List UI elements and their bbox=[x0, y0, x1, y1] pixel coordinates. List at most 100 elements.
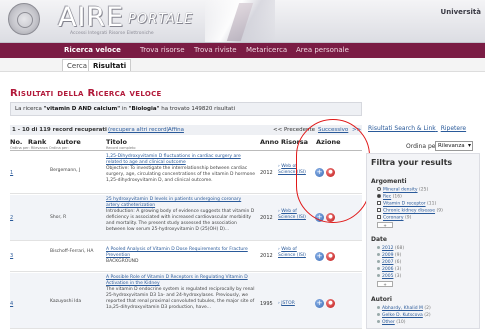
row-author: Shor, R bbox=[50, 215, 67, 220]
filter-section-title: Autori bbox=[371, 296, 392, 303]
filter-item[interactable]: Coronary (9) bbox=[377, 215, 411, 221]
row-snippet: Introduction: A growing body of evidence… bbox=[106, 209, 255, 232]
sort-hint: Ordina per: Rilevanza Ordina per: bbox=[10, 146, 69, 150]
row-title-cell: A Possible Role of Vitamin D Receptors i… bbox=[106, 275, 256, 311]
row-source[interactable]: › JSTOR bbox=[278, 301, 306, 307]
filter-item[interactable]: Gelke D. Kutscova (2) bbox=[377, 313, 431, 318]
row-title-cell: 1,25-Dihydroxyvitamin D fluctuations in … bbox=[106, 154, 256, 184]
table-row: 3 Bischoff-Ferrari, HA A Pooled Analysis… bbox=[10, 242, 362, 272]
row-author: Bischoff-Ferrari, HA bbox=[50, 249, 94, 254]
row-source-link[interactable]: JSTOR bbox=[281, 301, 295, 306]
refine-link[interactable]: Affina bbox=[168, 127, 184, 133]
row-author: Kazuyoshi Ida bbox=[50, 299, 82, 304]
row-number-link[interactable]: 1 bbox=[10, 170, 13, 176]
filter-panel: Filtra your results Argomenti Mineral de… bbox=[366, 153, 480, 329]
bullet-icon bbox=[377, 246, 380, 249]
col-no: No. bbox=[10, 138, 23, 146]
filter-item[interactable]: Chronic kidney disease (9) bbox=[377, 208, 443, 214]
row-snippet: Objective: To investigate the interrelat… bbox=[106, 166, 256, 183]
row-actions: + ● bbox=[315, 252, 337, 262]
row-source[interactable]: › Web of Science (ISI) bbox=[278, 209, 306, 221]
sub-nav: Cerca Risultati bbox=[0, 58, 485, 72]
row-actions: + ● bbox=[315, 299, 337, 309]
row-title-link[interactable]: 1,25-Dihydroxyvitamin D fluctuations in … bbox=[106, 154, 241, 165]
bullet-icon bbox=[377, 253, 380, 256]
radio-icon[interactable] bbox=[377, 187, 381, 191]
full-text-icon[interactable]: ● bbox=[326, 252, 335, 261]
sort-select[interactable]: Rilevanza bbox=[435, 141, 473, 151]
checkbox-icon[interactable] bbox=[377, 208, 381, 212]
col-author[interactable]: Autore bbox=[56, 138, 81, 146]
logo-aire[interactable]: AIRE bbox=[58, 2, 124, 33]
title-subheader: Record completo bbox=[106, 146, 136, 150]
more-dates-button[interactable]: + bbox=[377, 281, 393, 287]
filter-item[interactable]: 2012 (68) bbox=[377, 246, 404, 251]
row-number-link[interactable]: 2 bbox=[10, 215, 13, 221]
filter-item[interactable]: Mineral density (25) bbox=[377, 187, 428, 193]
row-author: Bergemann, J bbox=[50, 168, 81, 173]
row-year: 1995 bbox=[260, 301, 273, 307]
nav-ricerca-veloce[interactable]: Ricerca veloce bbox=[64, 46, 121, 54]
logo-portale: PORTALE bbox=[128, 12, 194, 27]
query-database: "Biologia" bbox=[128, 106, 160, 112]
checkbox-icon[interactable] bbox=[377, 215, 381, 219]
nav-trova-riviste[interactable]: Trova riviste bbox=[194, 46, 237, 54]
repeat-search-link[interactable]: Ripetere bbox=[441, 125, 466, 132]
query-prefix: La ricerca bbox=[15, 106, 42, 112]
add-to-list-icon[interactable]: + bbox=[315, 299, 324, 308]
main-nav: Ricerca veloce Trova risorse Trova rivis… bbox=[0, 43, 485, 58]
retrieve-all-link[interactable]: (recupera altri record) bbox=[108, 127, 169, 133]
filter-section-title: Date bbox=[371, 236, 387, 243]
bullet-icon bbox=[377, 306, 380, 309]
checkbox-icon[interactable] bbox=[377, 201, 381, 205]
row-year: 2012 bbox=[260, 170, 273, 176]
row-title-cell: 25 hydroxyvitamin D levels in patients u… bbox=[106, 197, 256, 233]
filter-item[interactable]: 2006 (3) bbox=[377, 267, 401, 272]
row-source[interactable]: › Web of Science (ISI) bbox=[278, 247, 306, 259]
query-terms: "vitamin D AND calcium" bbox=[43, 106, 121, 112]
row-snippet: BACKGROUND bbox=[106, 259, 139, 264]
col-title[interactable]: Titolo bbox=[106, 138, 127, 146]
highlight-annotation-oval bbox=[296, 119, 370, 223]
bullet-icon bbox=[377, 260, 380, 263]
bullet-icon bbox=[377, 320, 380, 323]
row-number-link[interactable]: 3 bbox=[10, 253, 13, 259]
query-suffix: ha trovato 149820 risultati bbox=[161, 106, 235, 112]
university-name: Università bbox=[440, 8, 481, 16]
row-snippet: The vitamin D endocrine system is regula… bbox=[106, 287, 255, 310]
nav-trova-risorse[interactable]: Trova risorse bbox=[140, 46, 185, 54]
filter-item[interactable]: 2009 (9) bbox=[377, 253, 401, 258]
filter-item[interactable]: Abhardy, Khalid M (2) bbox=[377, 306, 431, 311]
query-in: in bbox=[121, 106, 127, 112]
row-title-link[interactable]: 25 hydroxyvitamin D levels in patients u… bbox=[106, 197, 241, 208]
row-source-link[interactable]: Web of Science (ISI) bbox=[278, 247, 306, 258]
filter-item[interactable]: Rec (16) bbox=[377, 194, 402, 200]
col-rank[interactable]: Rank bbox=[28, 138, 46, 146]
page-title: Risultati della Ricerca veloce bbox=[10, 88, 162, 99]
row-title-link[interactable]: A Possible Role of Vitamin D Receptors i… bbox=[106, 275, 248, 286]
nav-area-personale[interactable]: Area personale bbox=[296, 46, 349, 54]
row-year: 2012 bbox=[260, 215, 273, 221]
add-to-list-icon[interactable]: + bbox=[315, 252, 324, 261]
search-link-results[interactable]: Risultati Search & Link Ripetere bbox=[368, 125, 466, 132]
filter-item[interactable]: Vitamin D receptor (11) bbox=[377, 201, 436, 207]
radio-icon[interactable] bbox=[377, 194, 381, 198]
filter-item[interactable]: 2007 (6) bbox=[377, 260, 401, 265]
search-link-label[interactable]: Risultati Search & Link bbox=[368, 125, 436, 132]
full-text-icon[interactable]: ● bbox=[326, 299, 335, 308]
university-seal-icon bbox=[8, 3, 40, 35]
row-year: 2012 bbox=[260, 253, 273, 259]
row-source-link[interactable]: Web of Science (ISI) bbox=[278, 209, 306, 220]
filter-item[interactable]: 2005 (3) bbox=[377, 274, 401, 279]
results-range: 1 - 10 di 119 record recuperati bbox=[12, 127, 107, 133]
filter-item[interactable]: Other (10) bbox=[377, 320, 405, 325]
nav-metaricerca[interactable]: Metaricerca bbox=[246, 46, 287, 54]
bullet-icon bbox=[377, 313, 380, 316]
row-title-link[interactable]: A Pooled Analysis of Vitamin D Dose Requ… bbox=[106, 247, 248, 258]
more-topics-button[interactable]: + bbox=[377, 222, 393, 228]
filter-title: Filtra your results bbox=[371, 158, 453, 167]
row-number-link[interactable]: 4 bbox=[10, 301, 13, 307]
bullet-icon bbox=[377, 267, 380, 270]
tab-risultati[interactable]: Risultati bbox=[88, 59, 132, 71]
col-year[interactable]: Anno bbox=[260, 138, 279, 146]
